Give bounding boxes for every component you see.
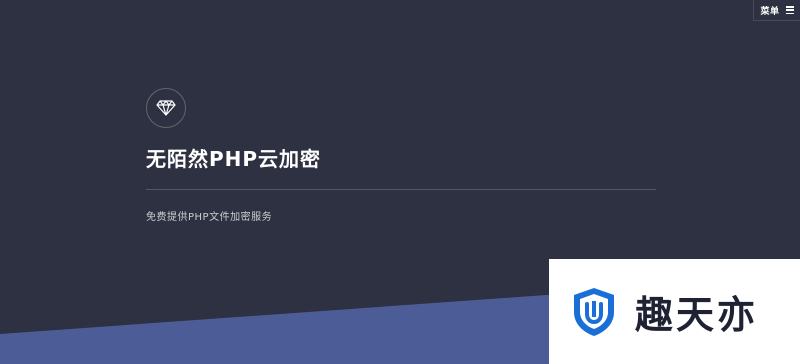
watermark: 趣天亦 <box>549 259 800 364</box>
diamond-icon <box>156 100 176 116</box>
watermark-text: 趣天亦 <box>635 293 759 337</box>
menu-button[interactable]: 菜单 <box>753 0 800 21</box>
page-title: 无陌然PHP云加密 <box>146 147 322 171</box>
hero-section: 无陌然PHP云加密 免费提供PHP文件加密服务 <box>146 88 656 223</box>
menu-label: 菜单 <box>760 6 780 17</box>
page-subtitle: 免费提供PHP文件加密服务 <box>146 212 273 223</box>
page: 菜单 无陌然PHP云加密 免费提供PHP文件加密服务 趣天亦 <box>0 0 800 364</box>
shield-logo-icon <box>574 287 614 336</box>
divider <box>146 189 656 190</box>
logo-badge <box>146 88 186 128</box>
hamburger-icon <box>785 6 794 14</box>
